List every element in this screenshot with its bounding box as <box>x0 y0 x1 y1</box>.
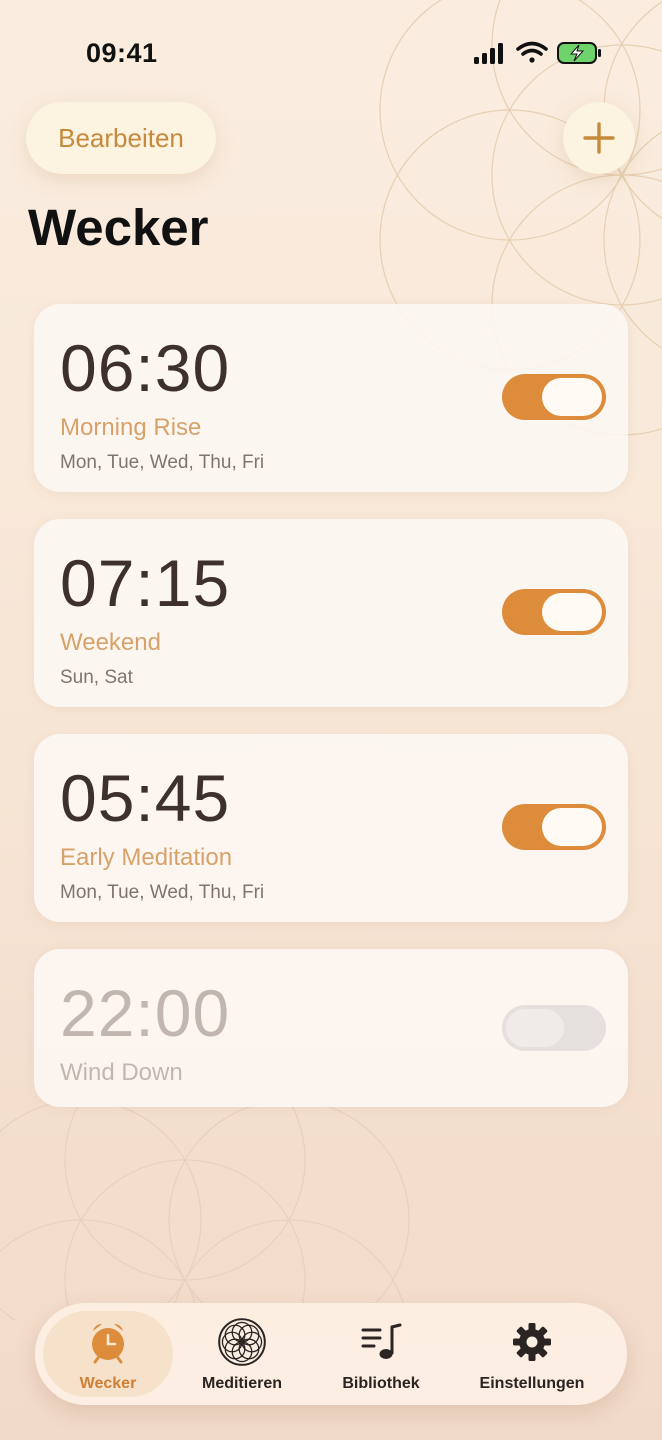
edit-button[interactable]: Bearbeiten <box>26 102 216 174</box>
alarm-toggle[interactable] <box>502 589 606 635</box>
alarm-toggle[interactable] <box>502 804 606 850</box>
alarm-time: 05:45 <box>60 761 231 835</box>
toggle-knob <box>542 378 602 416</box>
alarm-toggle[interactable] <box>502 1005 606 1051</box>
tab-einstellungen[interactable]: Einstellungen <box>467 1311 597 1397</box>
tab-meditieren[interactable]: Meditieren <box>177 1311 307 1397</box>
tab-wecker[interactable]: Wecker <box>43 1311 173 1397</box>
page-title: Wecker <box>28 199 209 256</box>
gear-icon <box>513 1323 551 1361</box>
alarm-days: Mon, Tue, Wed, Thu, Fri <box>60 882 265 903</box>
alarm-card[interactable]: 22:00 Wind Down <box>34 949 628 1107</box>
wifi-icon <box>516 41 548 63</box>
alarm-time: 07:15 <box>60 546 231 620</box>
alarm-toggle[interactable] <box>502 374 606 420</box>
status-icons <box>474 41 601 64</box>
alarm-days: Mon, Tue, Wed, Thu, Fri <box>60 452 265 473</box>
tab-bibliothek[interactable]: Bibliothek <box>316 1311 446 1397</box>
status-bar: 09:41 <box>0 0 662 100</box>
music-library-icon <box>361 1323 402 1359</box>
alarm-card[interactable]: 07:15 Weekend Sun, Sat <box>34 519 628 707</box>
tab-label: Bibliothek <box>342 1375 420 1392</box>
plus-icon <box>583 122 615 154</box>
alarm-card[interactable]: 05:45 Early Meditation Mon, Tue, Wed, Th… <box>34 734 628 922</box>
status-time: 09:41 <box>86 38 158 68</box>
toggle-knob <box>542 808 602 846</box>
alarm-label: Morning Rise <box>60 414 202 441</box>
toggle-knob <box>506 1009 564 1047</box>
alarm-label: Early Meditation <box>60 844 233 871</box>
alarm-days: Sun, Sat <box>60 667 133 688</box>
battery-charging-icon <box>557 42 601 64</box>
tab-label: Einstellungen <box>479 1375 585 1392</box>
alarm-clock-icon <box>92 1324 124 1364</box>
add-alarm-button[interactable] <box>563 102 635 174</box>
cellular-signal-icon <box>474 43 503 64</box>
tab-label: Meditieren <box>201 1375 282 1392</box>
alarm-time: 22:00 <box>60 976 231 1050</box>
toggle-knob <box>542 593 602 631</box>
mandala-icon <box>218 1318 266 1366</box>
tab-label: Wecker <box>79 1375 137 1392</box>
alarm-time: 06:30 <box>60 331 231 405</box>
tab-bar: Wecker Meditieren Bibliothek Einstellung… <box>35 1303 627 1405</box>
alarm-label: Wind Down <box>60 1059 183 1086</box>
alarm-label: Weekend <box>60 629 161 656</box>
alarm-card[interactable]: 06:30 Morning Rise Mon, Tue, Wed, Thu, F… <box>34 304 628 492</box>
